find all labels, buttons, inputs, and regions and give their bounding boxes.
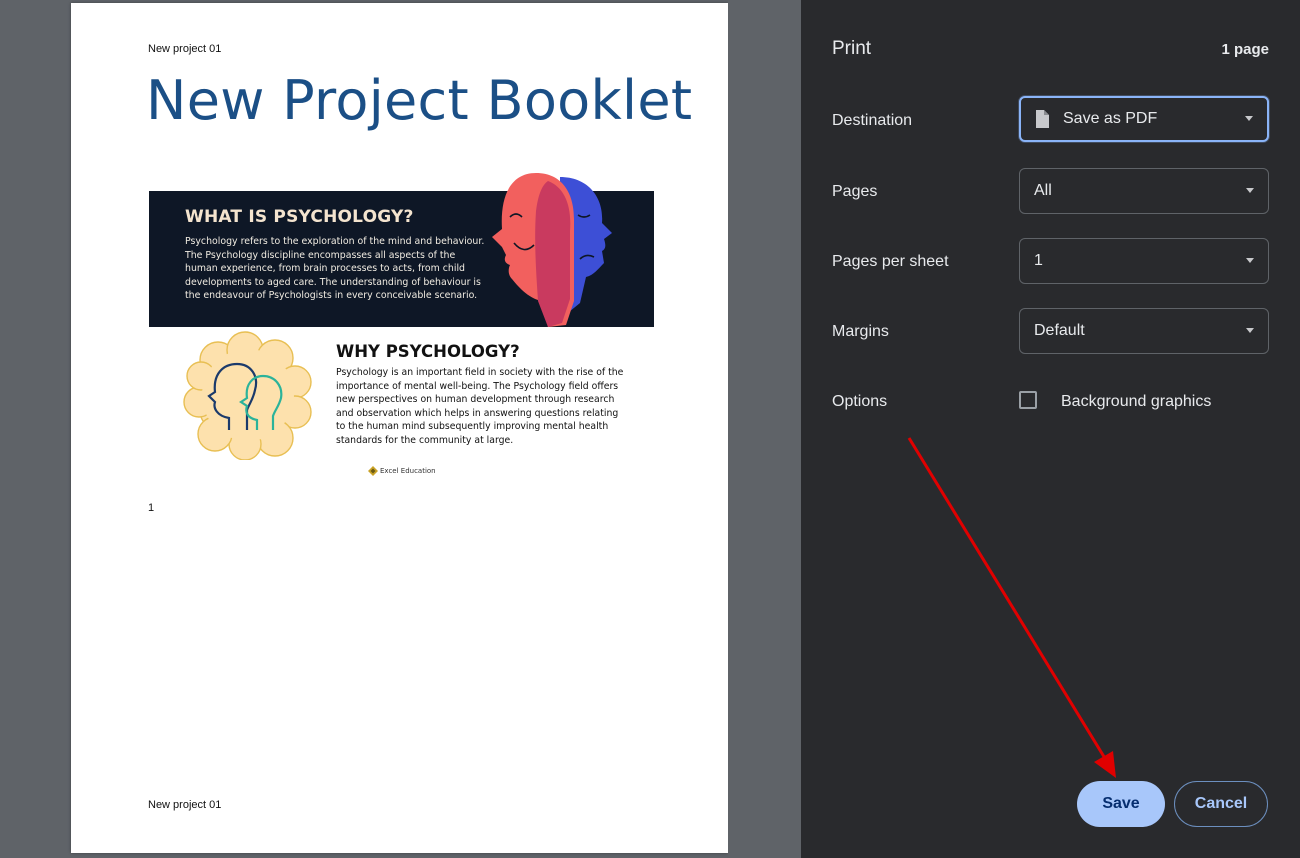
- diamond-logo-icon: [368, 466, 378, 476]
- pages-per-sheet-select[interactable]: 1: [1019, 238, 1269, 284]
- document-title: New Project Booklet: [146, 69, 693, 132]
- destination-select[interactable]: Save as PDF: [1019, 96, 1269, 142]
- cancel-button[interactable]: Cancel: [1174, 781, 1268, 827]
- save-button[interactable]: Save: [1077, 781, 1165, 827]
- brand-logo: Excel Education: [368, 466, 436, 476]
- page-count: 1 page: [1221, 41, 1269, 58]
- page-header: New project 01: [148, 43, 222, 55]
- options-label: Options: [832, 393, 888, 410]
- destination-label: Destination: [832, 112, 913, 129]
- pages-value: All: [1034, 182, 1052, 199]
- chevron-down-icon: [1246, 258, 1254, 263]
- logo-text: Excel Education: [380, 467, 436, 475]
- page-footer: New project 01: [148, 799, 222, 811]
- page-number: 1: [148, 502, 155, 514]
- brain-heads-illustration: [183, 331, 312, 460]
- background-graphics-checkbox[interactable]: [1019, 391, 1037, 409]
- file-icon: [1036, 110, 1049, 128]
- chevron-down-icon: [1246, 188, 1254, 193]
- margins-label: Margins: [832, 323, 889, 340]
- pages-per-sheet-label: Pages per sheet: [832, 253, 949, 270]
- pages-per-sheet-value: 1: [1034, 252, 1043, 269]
- two-faces-illustration: [492, 173, 612, 327]
- section2-heading: WHY PSYCHOLOGY?: [336, 342, 520, 361]
- chevron-down-icon: [1245, 116, 1253, 121]
- margins-value: Default: [1034, 322, 1085, 339]
- what-is-psychology-banner: WHAT IS PSYCHOLOGY? Psychology refers to…: [149, 173, 654, 327]
- preview-scroll-gutter: [728, 0, 801, 858]
- print-settings-panel: Print 1 page Destination Save as PDF Pag…: [801, 0, 1300, 858]
- preview-page: New project 01 New Project Booklet WHAT …: [71, 3, 728, 853]
- print-preview-area: New project 01 New Project Booklet WHAT …: [0, 0, 801, 858]
- pages-label: Pages: [832, 183, 878, 200]
- margins-select[interactable]: Default: [1019, 308, 1269, 354]
- section1-heading: WHAT IS PSYCHOLOGY?: [185, 207, 414, 227]
- chevron-down-icon: [1246, 328, 1254, 333]
- panel-title: Print: [832, 38, 872, 59]
- background-graphics-label[interactable]: Background graphics: [1061, 393, 1211, 411]
- section2-body: Psychology is an important field in soci…: [336, 367, 624, 446]
- section1-body: Psychology refers to the exploration of …: [185, 236, 485, 302]
- pages-select[interactable]: All: [1019, 168, 1269, 214]
- destination-value: Save as PDF: [1063, 110, 1158, 127]
